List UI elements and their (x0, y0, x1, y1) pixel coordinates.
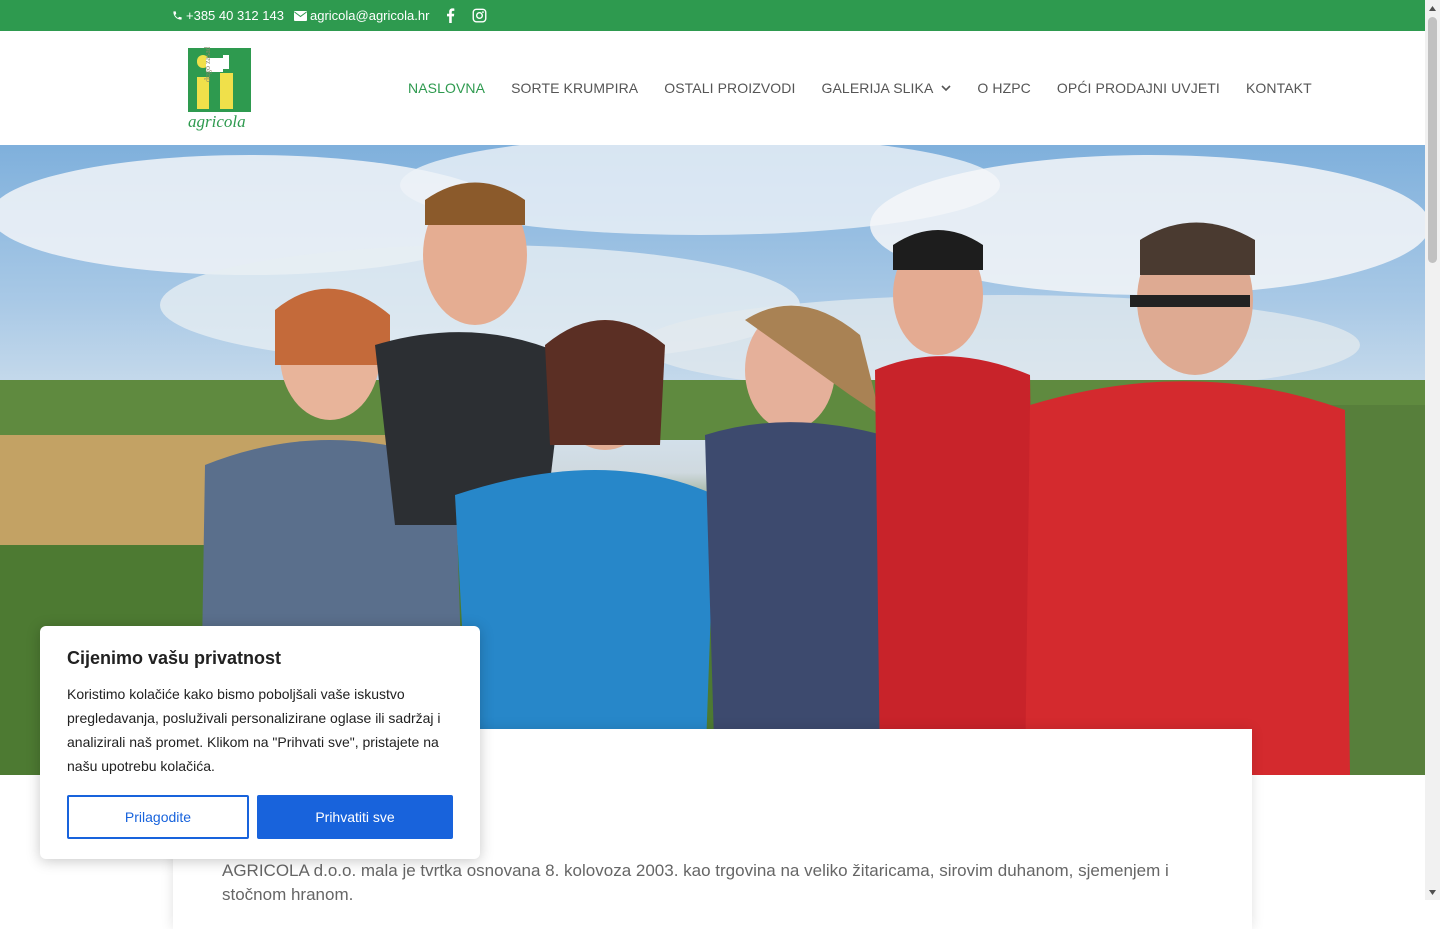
phone-icon (172, 10, 183, 21)
nav-kontakt[interactable]: KONTAKT (1246, 80, 1312, 96)
phone-contact[interactable]: +385 40 312 143 (172, 0, 284, 31)
main-navigation: NASLOVNA SORTE KRUMPIRA OSTALI PROIZVODI… (408, 31, 1312, 145)
scrollbar-thumb[interactable] (1428, 17, 1437, 263)
nav-ostali-proizvodi[interactable]: OSTALI PROIZVODI (664, 80, 795, 96)
mail-icon (294, 10, 307, 21)
nav-naslovna[interactable]: NASLOVNA (408, 80, 485, 96)
phone-number: +385 40 312 143 (186, 8, 284, 23)
top-bar: +385 40 312 143 agricola@agricola.hr (0, 0, 1425, 31)
nav-sorte-krumpira[interactable]: SORTE KRUMPIRA (511, 80, 638, 96)
accept-all-button[interactable]: Prihvatiti sve (257, 795, 453, 839)
logo-text: agricola (188, 112, 246, 131)
cookie-title: Cijenimo vašu privatnost (67, 648, 282, 668)
scroll-up-arrow-icon[interactable] (1425, 0, 1440, 16)
nav-galerija-slika[interactable]: GALERIJA SLIKA (822, 80, 952, 96)
agricola-logo[interactable]: dugo zasađenih agricola (176, 32, 256, 131)
email-contact[interactable]: agricola@agricola.hr (294, 0, 429, 31)
nav-o-hzpc[interactable]: O HZPC (977, 80, 1031, 96)
page-scrollbar[interactable] (1425, 0, 1440, 900)
scroll-down-arrow-icon[interactable] (1425, 884, 1440, 900)
svg-text:dugo zasađenih: dugo zasađenih (203, 47, 212, 82)
instagram-icon (472, 8, 487, 23)
email-address: agricola@agricola.hr (310, 8, 430, 23)
nav-galerija-slika-label: GALERIJA SLIKA (821, 80, 934, 96)
cookie-consent-dialog: Cijenimo vašu privatnost Koristimo kolač… (40, 626, 480, 859)
facebook-icon (446, 8, 455, 23)
chevron-down-icon (941, 84, 951, 92)
customize-button[interactable]: Prilagodite (67, 795, 249, 839)
nav-opci-prodajni-uvjeti[interactable]: OPĆI PRODAJNI UVJETI (1057, 80, 1220, 96)
facebook-link[interactable] (446, 0, 455, 31)
cookie-description: Koristimo kolačiće kako bismo poboljšali… (67, 686, 441, 774)
instagram-link[interactable] (472, 0, 487, 31)
site-header: dugo zasađenih agricola NASLOVNA SORTE K… (0, 31, 1425, 146)
